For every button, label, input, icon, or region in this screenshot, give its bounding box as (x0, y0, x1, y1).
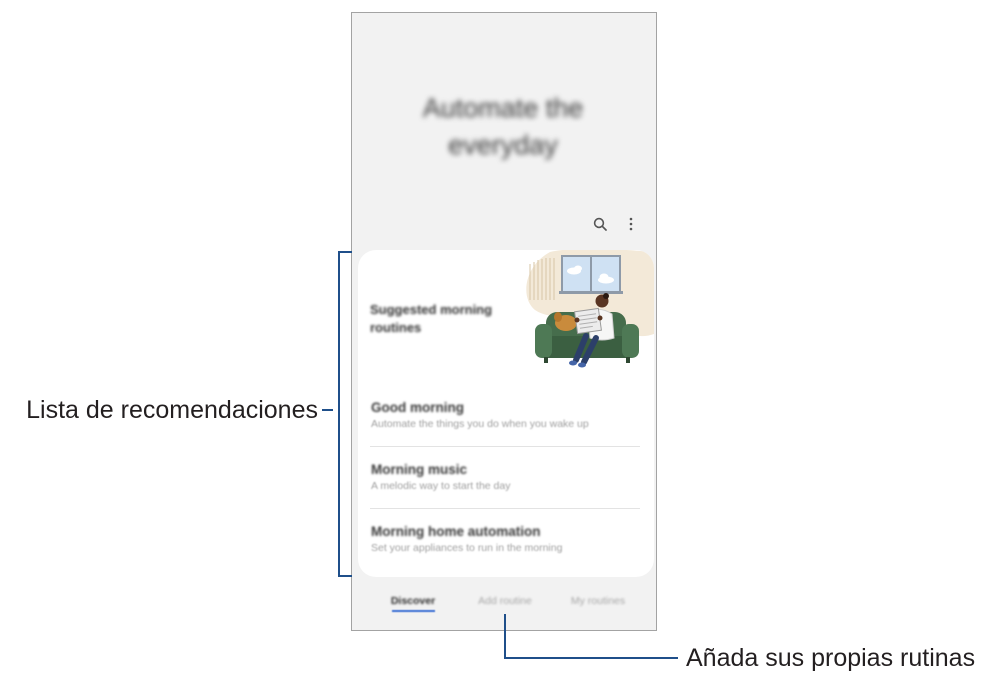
callout-connector-horizontal (504, 657, 678, 659)
routine-subtitle: Automate the things you do when you wake… (371, 418, 589, 430)
tab-my-routines[interactable]: My routines (571, 594, 625, 608)
recommendation-list: Good morning Automate the things you do … (358, 385, 654, 571)
callout-bracket-bottom (338, 575, 352, 577)
active-tab-indicator (392, 610, 435, 612)
routine-subtitle: A melodic way to start the day (371, 480, 511, 492)
routine-title: Morning music (371, 462, 468, 477)
routine-title: Good morning (371, 400, 464, 415)
morning-illustration (526, 250, 654, 368)
list-item[interactable]: Good morning Automate the things you do … (358, 385, 654, 447)
routine-subtitle: Set your appliances to run in the mornin… (371, 542, 563, 554)
routine-title: Morning home automation (371, 524, 541, 539)
hero-title: Automate the everyday (422, 93, 584, 160)
phone-screen: Automate the everyday Suggested morning … (351, 12, 657, 631)
search-icon[interactable] (593, 217, 607, 231)
window (559, 255, 623, 294)
callout-left-dash (322, 409, 333, 411)
card-heading: Suggested morning routines (370, 302, 493, 335)
callout-bracket-vertical (338, 251, 340, 577)
callout-recommendations-label: Lista de recomendaciones (26, 396, 318, 424)
tab-add-routine[interactable]: Add routine (478, 594, 532, 608)
callout-bracket-top (338, 251, 352, 253)
list-item[interactable]: Morning home automation Set your applian… (358, 509, 654, 571)
tab-discover[interactable]: Discover (391, 594, 435, 608)
list-item[interactable]: Morning music A melodic way to start the… (358, 447, 654, 509)
more-vertical-icon[interactable] (628, 217, 634, 231)
callout-add-routines-label: Añada sus propias rutinas (686, 644, 976, 672)
suggestion-card: Suggested morning routines Good morning … (358, 250, 654, 577)
blinds (529, 258, 555, 300)
callout-connector-vertical (504, 614, 506, 659)
